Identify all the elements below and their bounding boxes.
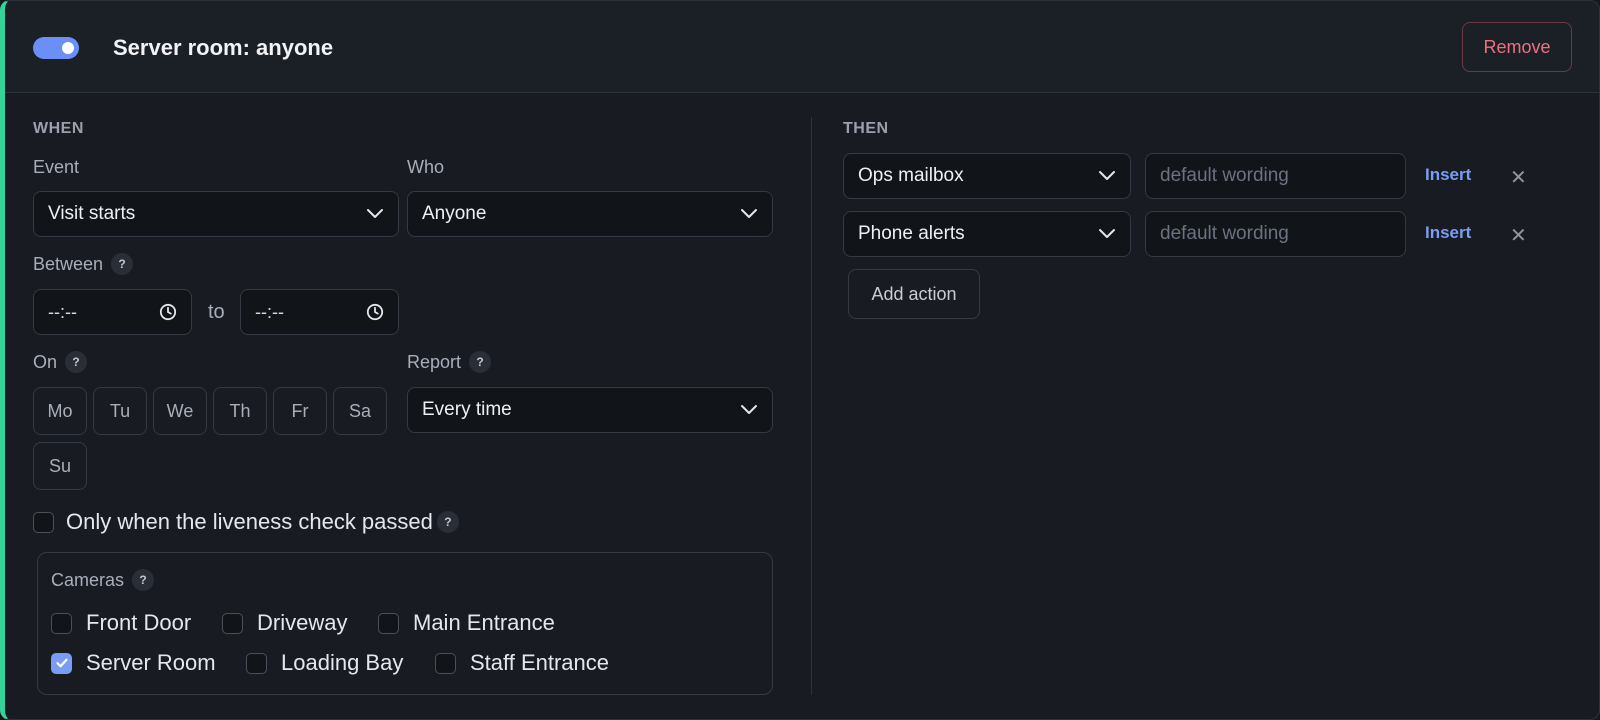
- liveness-check-row[interactable]: Only when the liveness check passed ?: [33, 509, 459, 535]
- start-time-input[interactable]: --:--: [33, 289, 192, 335]
- start-time-value: --:--: [48, 301, 77, 322]
- wording-placeholder: default wording: [1160, 165, 1289, 186]
- rule-card: Server room: anyone Remove WHEN Event Vi…: [0, 0, 1600, 720]
- close-icon[interactable]: ✕: [1510, 165, 1527, 190]
- day-toggle-th[interactable]: Th: [213, 387, 267, 435]
- action-target-select[interactable]: Phone alerts: [843, 211, 1131, 257]
- liveness-checkbox[interactable]: [33, 511, 54, 533]
- add-action-button[interactable]: Add action: [848, 269, 980, 319]
- camera-checkbox[interactable]: [435, 652, 456, 674]
- chevron-down-icon: [741, 209, 757, 218]
- wording-input[interactable]: default wording: [1145, 211, 1406, 257]
- day-toggle-fr[interactable]: Fr: [273, 387, 327, 435]
- cameras-panel: Cameras ? Front Door Driveway Main Entra…: [37, 552, 773, 695]
- camera-checkbox[interactable]: [378, 612, 399, 634]
- action-target-select[interactable]: Ops mailbox: [843, 153, 1131, 199]
- clock-icon[interactable]: [366, 303, 384, 321]
- chevron-down-icon: [1099, 171, 1115, 180]
- camera-checkbox[interactable]: [51, 612, 72, 634]
- who-label-text: Who: [407, 157, 445, 177]
- event-label: Event: [33, 157, 79, 178]
- camera-name: Staff Entrance: [470, 650, 610, 675]
- chevron-down-icon: [367, 209, 383, 218]
- report-label-text: Report: [407, 351, 462, 372]
- rule-header: Server room: anyone Remove: [5, 1, 1599, 93]
- camera-option[interactable]: Main Entrance: [378, 610, 555, 636]
- between-label: Between ?: [33, 253, 134, 275]
- end-time-input[interactable]: --:--: [240, 289, 399, 335]
- action-target-value: Ops mailbox: [858, 165, 964, 186]
- remove-button[interactable]: Remove: [1462, 22, 1572, 72]
- insert-link[interactable]: Insert: [1425, 223, 1471, 243]
- wording-input[interactable]: default wording: [1145, 153, 1406, 199]
- camera-option[interactable]: Staff Entrance: [435, 650, 609, 676]
- help-icon[interactable]: ?: [111, 253, 134, 275]
- camera-name: Server Room: [86, 650, 216, 675]
- camera-checkbox[interactable]: [246, 652, 267, 674]
- day-toggle-we[interactable]: We: [153, 387, 207, 435]
- camera-name: Driveway: [257, 610, 348, 635]
- rule-title: Server room: anyone: [113, 35, 334, 60]
- day-toggle-su[interactable]: Su: [33, 442, 87, 490]
- chevron-down-icon: [741, 405, 757, 414]
- camera-name: Main Entrance: [413, 610, 555, 635]
- close-icon[interactable]: ✕: [1510, 223, 1527, 248]
- when-section-label: WHEN: [33, 120, 84, 137]
- event-select-value: Visit starts: [48, 203, 136, 224]
- then-section-label: THEN: [843, 120, 889, 137]
- report-label: Report ?: [407, 351, 492, 373]
- on-label: On ?: [33, 351, 88, 373]
- report-select[interactable]: Every time: [407, 387, 773, 433]
- camera-option[interactable]: Loading Bay: [246, 650, 403, 676]
- chevron-down-icon: [1099, 229, 1115, 238]
- toggle-knob: [62, 42, 74, 54]
- camera-checkbox-checked[interactable]: [51, 652, 72, 674]
- liveness-label: Only when the liveness check passed: [66, 509, 433, 534]
- end-time-value: --:--: [255, 301, 284, 322]
- camera-option[interactable]: Server Room: [51, 650, 216, 676]
- clock-icon[interactable]: [159, 303, 177, 321]
- enable-toggle[interactable]: [33, 37, 79, 59]
- report-select-value: Every time: [422, 399, 512, 420]
- on-label-text: On: [33, 351, 58, 372]
- event-label-text: Event: [33, 157, 80, 177]
- time-range-separator: to: [208, 301, 225, 323]
- who-select[interactable]: Anyone: [407, 191, 773, 237]
- camera-option[interactable]: Front Door: [51, 610, 191, 636]
- who-select-value: Anyone: [422, 203, 487, 224]
- between-label-text: Between: [33, 253, 104, 274]
- help-icon[interactable]: ?: [132, 569, 155, 591]
- camera-option[interactable]: Driveway: [222, 610, 347, 636]
- camera-name: Front Door: [86, 610, 192, 635]
- cameras-label: Cameras ?: [51, 569, 155, 591]
- day-toggle-mo[interactable]: Mo: [33, 387, 87, 435]
- check-icon: [55, 658, 68, 668]
- action-target-value: Phone alerts: [858, 223, 965, 244]
- camera-name: Loading Bay: [281, 650, 404, 675]
- column-divider: [811, 117, 812, 695]
- help-icon[interactable]: ?: [436, 511, 459, 533]
- help-icon[interactable]: ?: [469, 351, 492, 373]
- camera-checkbox[interactable]: [222, 612, 243, 634]
- wording-placeholder: default wording: [1160, 223, 1289, 244]
- day-toggle-tu[interactable]: Tu: [93, 387, 147, 435]
- event-select[interactable]: Visit starts: [33, 191, 399, 237]
- who-label: Who: [407, 157, 444, 178]
- day-toggle-sa[interactable]: Sa: [333, 387, 387, 435]
- insert-link[interactable]: Insert: [1425, 165, 1471, 185]
- cameras-label-text: Cameras: [51, 569, 125, 590]
- help-icon[interactable]: ?: [65, 351, 88, 373]
